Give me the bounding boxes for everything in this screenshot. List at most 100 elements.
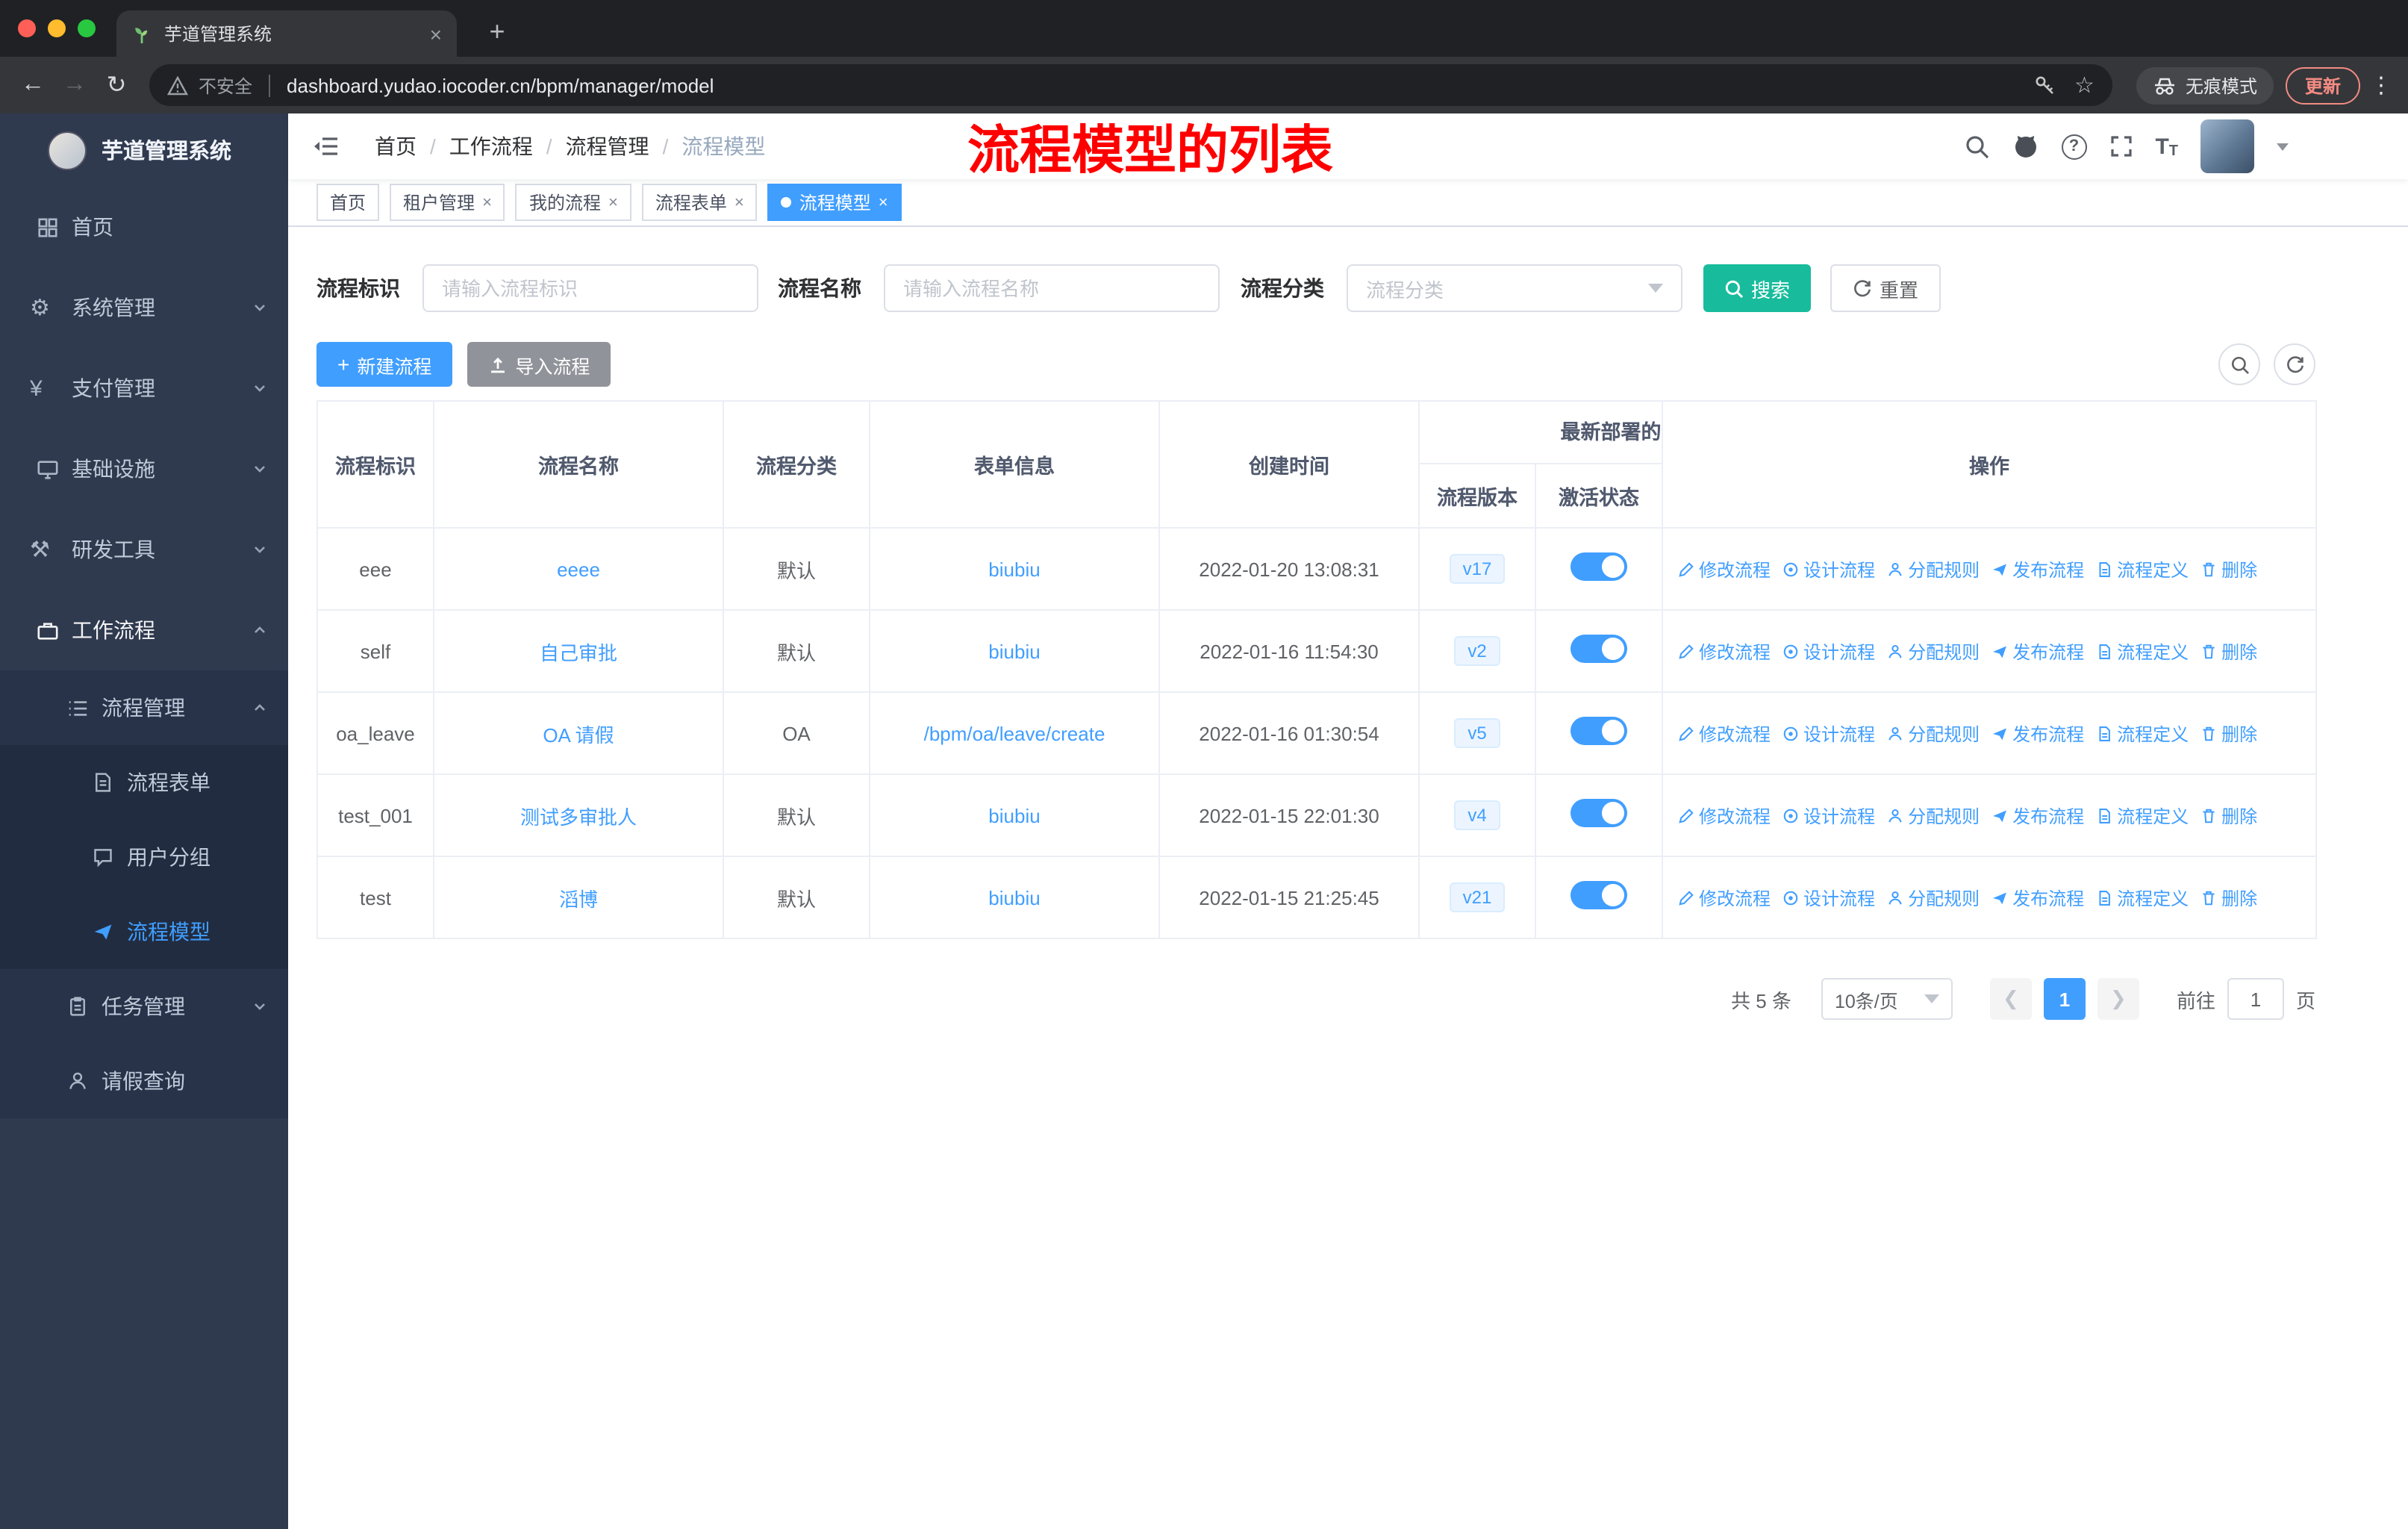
design-process-link[interactable]: 设计流程 (1782, 803, 1875, 828)
delete-process-link[interactable]: 删除 (2200, 638, 2257, 664)
help-icon[interactable]: ? (2061, 134, 2087, 159)
search-icon[interactable] (1964, 134, 1989, 159)
forward-button[interactable]: → (54, 64, 96, 106)
font-size-icon[interactable]: TT (2155, 134, 2178, 159)
sidebar-item-process-form[interactable]: 流程表单 (0, 745, 288, 820)
import-process-button[interactable]: 导入流程 (467, 342, 611, 387)
close-icon[interactable]: × (879, 193, 888, 211)
sidebar-item-process-management[interactable]: 流程管理 (0, 670, 288, 745)
edit-process-link[interactable]: 修改流程 (1678, 803, 1771, 828)
delete-process-link[interactable]: 删除 (2200, 556, 2257, 582)
edit-process-link[interactable]: 修改流程 (1678, 556, 1771, 582)
design-process-link[interactable]: 设计流程 (1782, 556, 1875, 582)
form-info-link[interactable]: /bpm/oa/leave/create (924, 722, 1105, 744)
fullscreen-icon[interactable] (2109, 134, 2133, 158)
publish-process-link[interactable]: 发布流程 (1991, 720, 2084, 746)
prev-page-button[interactable]: ❮ (1989, 978, 2032, 1020)
tag-home[interactable]: 首页 (316, 184, 380, 221)
bookmark-star-icon[interactable]: ☆ (2074, 72, 2094, 99)
design-process-link[interactable]: 设计流程 (1782, 885, 1875, 910)
sidebar-item-task-management[interactable]: 任务管理 (0, 969, 288, 1044)
publish-process-link[interactable]: 发布流程 (1991, 638, 2084, 664)
delete-process-link[interactable]: 删除 (2200, 885, 2257, 910)
design-process-link[interactable]: 设计流程 (1782, 638, 1875, 664)
delete-process-link[interactable]: 删除 (2200, 803, 2257, 828)
edit-process-link[interactable]: 修改流程 (1678, 885, 1771, 910)
reset-button[interactable]: 重置 (1830, 264, 1941, 312)
create-process-button[interactable]: + 新建流程 (316, 342, 453, 387)
url-text[interactable]: dashboard.yudao.iocoder.cn/bpm/manager/m… (287, 74, 714, 96)
page-number-current[interactable]: 1 (2043, 978, 2086, 1020)
process-definition-link[interactable]: 流程定义 (2096, 556, 2189, 582)
sidebar-item-home[interactable]: 首页 (0, 187, 288, 267)
avatar[interactable] (2200, 119, 2254, 173)
active-toggle[interactable] (1570, 799, 1627, 827)
process-name-link[interactable]: OA 请假 (543, 723, 614, 746)
process-name-link[interactable]: 自己审批 (540, 641, 617, 664)
sidebar-item-infrastructure[interactable]: 基础设施 (0, 429, 288, 509)
version-tag[interactable]: v4 (1454, 800, 1500, 830)
sidebar-collapse-button[interactable] (288, 134, 354, 158)
assign-rule-link[interactable]: 分配规则 (1887, 803, 1980, 828)
process-definition-link[interactable]: 流程定义 (2096, 720, 2189, 746)
edit-process-link[interactable]: 修改流程 (1678, 638, 1771, 664)
update-button[interactable]: 更新 (2285, 66, 2360, 104)
next-page-button[interactable]: ❯ (2097, 978, 2139, 1020)
github-icon[interactable] (2012, 133, 2039, 160)
address-bar[interactable]: 不安全 dashboard.yudao.iocoder.cn/bpm/manag… (149, 64, 2112, 106)
process-name-link[interactable]: 测试多审批人 (520, 806, 637, 828)
version-tag[interactable]: v21 (1449, 882, 1506, 912)
process-name-input[interactable] (884, 264, 1220, 312)
maximize-window-button[interactable] (78, 19, 96, 37)
close-icon[interactable]: × (482, 193, 492, 211)
design-process-link[interactable]: 设计流程 (1782, 720, 1875, 746)
browser-tab[interactable]: 芋道管理系统 × (116, 10, 457, 57)
breadcrumb-item[interactable]: 工作流程 (449, 131, 533, 161)
form-info-link[interactable]: biubiu (988, 804, 1040, 826)
tag-process-form[interactable]: 流程表单 × (641, 184, 758, 221)
new-tab-button[interactable]: + (478, 12, 517, 51)
security-label[interactable]: 不安全 (199, 72, 252, 98)
active-toggle[interactable] (1570, 635, 1627, 663)
version-tag[interactable]: v17 (1449, 554, 1506, 584)
process-definition-link[interactable]: 流程定义 (2096, 638, 2189, 664)
sidebar-item-process-model[interactable]: 流程模型 (0, 894, 288, 969)
publish-process-link[interactable]: 发布流程 (1991, 803, 2084, 828)
sidebar-item-workflow[interactable]: 工作流程 (0, 590, 288, 670)
minimize-window-button[interactable] (48, 19, 66, 37)
process-name-link[interactable]: eeee (557, 558, 600, 580)
form-info-link[interactable]: biubiu (988, 640, 1040, 662)
process-name-link[interactable]: 滔博 (559, 888, 598, 910)
tab-close-icon[interactable]: × (430, 22, 442, 46)
close-icon[interactable]: × (734, 193, 744, 211)
breadcrumb-item[interactable]: 流程管理 (566, 131, 649, 161)
sidebar-item-leave-query[interactable]: 请假查询 (0, 1044, 288, 1118)
reload-button[interactable]: ↻ (96, 64, 137, 106)
publish-process-link[interactable]: 发布流程 (1991, 556, 2084, 582)
close-icon[interactable]: × (608, 193, 618, 211)
assign-rule-link[interactable]: 分配规则 (1887, 638, 1980, 664)
refresh-button[interactable] (2274, 343, 2315, 385)
tag-process-model[interactable]: 流程模型 × (767, 184, 902, 221)
assign-rule-link[interactable]: 分配规则 (1887, 556, 1980, 582)
tag-tenant[interactable]: 租户管理 × (390, 184, 505, 221)
sidebar-item-system[interactable]: ⚙ 系统管理 (0, 267, 288, 348)
process-id-input[interactable] (422, 264, 758, 312)
process-definition-link[interactable]: 流程定义 (2096, 803, 2189, 828)
delete-process-link[interactable]: 删除 (2200, 720, 2257, 746)
close-window-button[interactable] (18, 19, 36, 37)
edit-process-link[interactable]: 修改流程 (1678, 720, 1771, 746)
assign-rule-link[interactable]: 分配规则 (1887, 885, 1980, 910)
back-button[interactable]: ← (12, 64, 54, 106)
toggle-search-button[interactable] (2218, 343, 2260, 385)
goto-page-input[interactable] (2227, 978, 2284, 1020)
sidebar-item-user-group[interactable]: 用户分组 (0, 820, 288, 894)
publish-process-link[interactable]: 发布流程 (1991, 885, 2084, 910)
active-toggle[interactable] (1570, 552, 1627, 581)
category-select[interactable]: 流程分类 (1347, 264, 1682, 312)
assign-rule-link[interactable]: 分配规则 (1887, 720, 1980, 746)
browser-menu-icon[interactable]: ⋮ (2366, 72, 2396, 99)
sidebar-item-devtools[interactable]: ⚒ 研发工具 (0, 509, 288, 590)
password-key-icon[interactable] (2033, 73, 2056, 97)
sidebar-item-payment[interactable]: ¥ 支付管理 (0, 348, 288, 429)
